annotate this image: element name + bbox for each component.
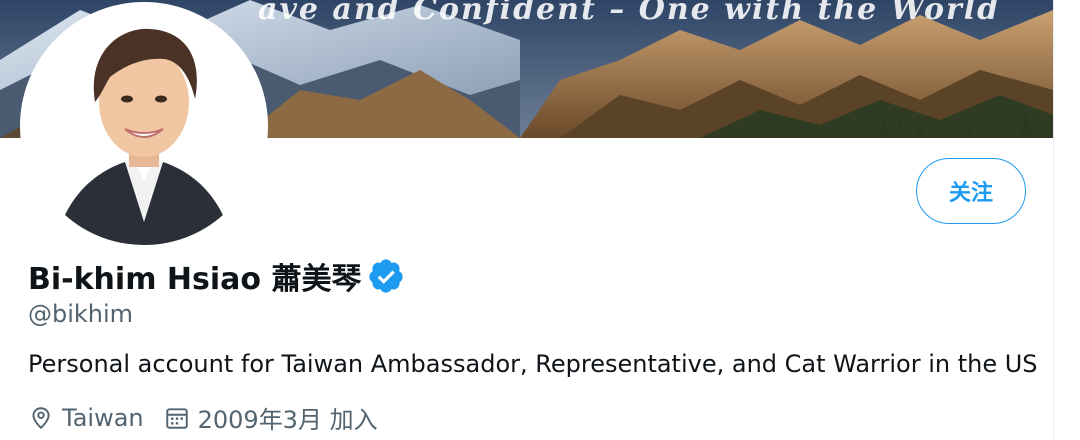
profile-avatar[interactable]: [20, 2, 268, 250]
location-item: Taiwan: [28, 404, 144, 432]
display-name: Bi-khim Hsiao 蕭美琴: [28, 262, 362, 297]
profile-meta: Taiwan 2009年3月 加入: [28, 400, 398, 435]
follow-button[interactable]: 关注: [916, 158, 1026, 224]
location-text: Taiwan: [62, 403, 144, 432]
user-handle: @bikhim: [28, 300, 134, 328]
joined-date: 2009年3月 加入: [197, 406, 378, 434]
calendar-icon: [165, 407, 188, 429]
verified-badge-icon: [369, 259, 404, 293]
location-pin-icon: [32, 406, 50, 429]
profile-card: ave and Confident – One with the World 关…: [0, 0, 1054, 440]
banner-tagline: ave and Confident – One with the World: [258, 0, 1001, 27]
avatar-photo: [25, 7, 263, 245]
profile-bio: Personal account for Taiwan Ambassador, …: [28, 350, 1038, 378]
name-row: Bi-khim Hsiao 蕭美琴: [28, 254, 405, 298]
joined-item: 2009年3月 加入: [164, 400, 378, 435]
